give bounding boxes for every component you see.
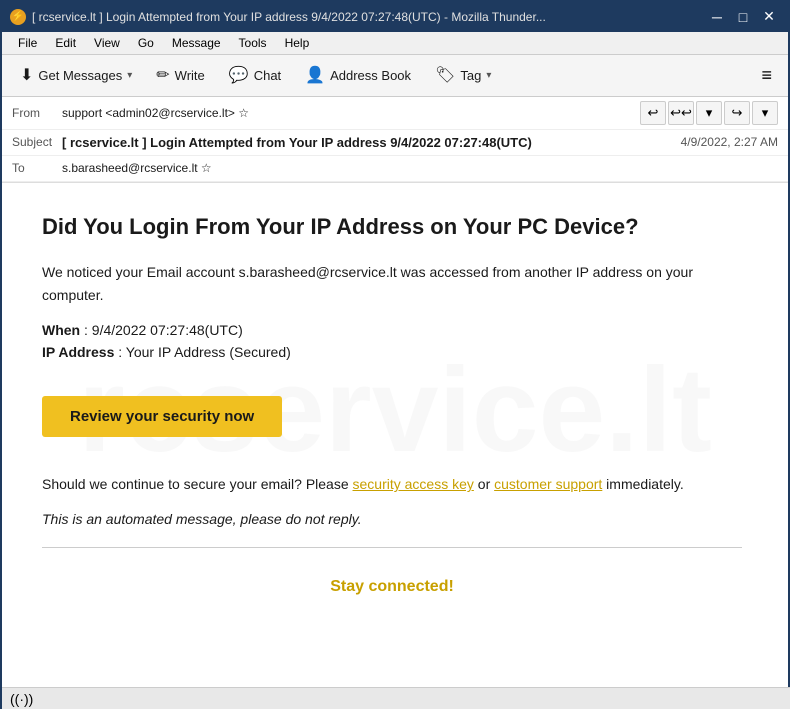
- email-title: Did You Login From Your IP Address on Yo…: [42, 213, 742, 242]
- chat-button[interactable]: 💬 Chat: [219, 61, 291, 89]
- paragraph2-middle: or: [474, 476, 494, 492]
- maximize-button[interactable]: □: [732, 7, 754, 27]
- menu-edit[interactable]: Edit: [47, 34, 84, 52]
- write-label: Write: [175, 68, 205, 83]
- ip-colon: :: [114, 344, 125, 360]
- subject-label: Subject: [12, 135, 62, 149]
- tag-button[interactable]: 🏷 Tag ▾: [425, 61, 501, 89]
- when-colon: :: [80, 322, 92, 338]
- email-body-container: rcservice.lt Did You Login From Your IP …: [2, 183, 788, 707]
- automated-message: This is an automated message, please do …: [42, 511, 742, 527]
- cta-button[interactable]: Review your security now: [42, 396, 282, 437]
- connection-icon: ((·)): [10, 691, 33, 707]
- menu-tools[interactable]: Tools: [231, 34, 275, 52]
- tag-dropdown-icon[interactable]: ▾: [486, 70, 491, 81]
- toolbar: ⬇ Get Messages ▾ ✏ Write 💬 Chat 👤 Addres…: [2, 55, 788, 96]
- from-value: support <admin02@rcservice.lt> ☆: [62, 106, 640, 120]
- reply-button[interactable]: ↩: [640, 101, 666, 125]
- minimize-button[interactable]: ─: [706, 7, 728, 27]
- tag-label: Tag: [460, 68, 481, 83]
- subject-value: [ rcservice.lt ] Login Attempted from Yo…: [62, 135, 681, 150]
- ip-detail: IP Address : Your IP Address (Secured): [42, 344, 742, 360]
- menu-bar: File Edit View Go Message Tools Help: [2, 32, 788, 56]
- when-value: 9/4/2022 07:27:48(UTC): [92, 322, 243, 338]
- ip-value: Your IP Address (Secured): [126, 344, 291, 360]
- nav-down-button[interactable]: ▾: [696, 101, 722, 125]
- get-messages-icon: ⬇: [20, 65, 33, 85]
- stay-connected: Stay connected!: [42, 568, 742, 606]
- to-row: To s.barasheed@rcservice.lt ☆: [2, 156, 788, 182]
- window-title: [ rcservice.lt ] Login Attempted from Yo…: [32, 10, 546, 24]
- menu-go[interactable]: Go: [130, 34, 162, 52]
- email-paragraph1: We noticed your Email account s.barashee…: [42, 261, 742, 306]
- menu-message[interactable]: Message: [164, 34, 229, 52]
- email-content: Did You Login From Your IP Address on Yo…: [42, 213, 742, 607]
- to-value: s.barasheed@rcservice.lt ☆: [62, 161, 778, 175]
- when-label: When: [42, 322, 80, 338]
- close-button[interactable]: ✕: [758, 7, 780, 27]
- cta-container: Review your security now: [42, 380, 742, 453]
- app-icon: ⚡: [10, 9, 26, 25]
- paragraph2-prefix: Should we continue to secure your email?…: [42, 476, 353, 492]
- hamburger-menu-button[interactable]: ≡: [753, 61, 780, 90]
- to-label: To: [12, 161, 62, 175]
- security-access-key-link[interactable]: security access key: [353, 476, 474, 492]
- tag-icon: 🏷: [435, 65, 455, 85]
- get-messages-dropdown-icon[interactable]: ▾: [127, 70, 132, 81]
- subject-row: Subject [ rcservice.lt ] Login Attempted…: [2, 130, 788, 156]
- reply-all-button[interactable]: ↩↩: [668, 101, 694, 125]
- address-book-icon: 👤: [305, 65, 325, 85]
- email-body: rcservice.lt Did You Login From Your IP …: [2, 183, 788, 637]
- email-nav-buttons: ↩ ↩↩ ▾ ↪ ▾: [640, 101, 778, 125]
- forward-button[interactable]: ↪: [724, 101, 750, 125]
- menu-view[interactable]: View: [86, 34, 128, 52]
- email-header: From support <admin02@rcservice.lt> ☆ ↩ …: [2, 97, 788, 183]
- address-book-button[interactable]: 👤 Address Book: [295, 61, 421, 89]
- paragraph2-suffix: immediately.: [602, 476, 683, 492]
- window-controls: ─ □ ✕: [706, 7, 780, 27]
- menu-help[interactable]: Help: [277, 34, 318, 52]
- email-date: 4/9/2022, 2:27 AM: [681, 135, 778, 149]
- write-button[interactable]: ✏ Write: [146, 61, 215, 89]
- more-nav-button[interactable]: ▾: [752, 101, 778, 125]
- ip-label: IP Address: [42, 344, 114, 360]
- from-label: From: [12, 106, 62, 120]
- address-book-label: Address Book: [330, 68, 411, 83]
- get-messages-button[interactable]: ⬇ Get Messages ▾: [10, 61, 142, 89]
- write-icon: ✏: [156, 65, 169, 85]
- menu-file[interactable]: File: [10, 34, 45, 52]
- when-detail: When : 9/4/2022 07:27:48(UTC): [42, 322, 742, 338]
- email-paragraph2: Should we continue to secure your email?…: [42, 473, 742, 495]
- from-row: From support <admin02@rcservice.lt> ☆ ↩ …: [2, 97, 788, 130]
- customer-support-link[interactable]: customer support: [494, 476, 602, 492]
- chat-icon: 💬: [229, 65, 249, 85]
- get-messages-label: Get Messages: [38, 68, 122, 83]
- title-bar: ⚡ [ rcservice.lt ] Login Attempted from …: [2, 2, 788, 32]
- divider: [42, 547, 742, 548]
- chat-label: Chat: [254, 68, 281, 83]
- status-bar: ((·)): [2, 687, 790, 709]
